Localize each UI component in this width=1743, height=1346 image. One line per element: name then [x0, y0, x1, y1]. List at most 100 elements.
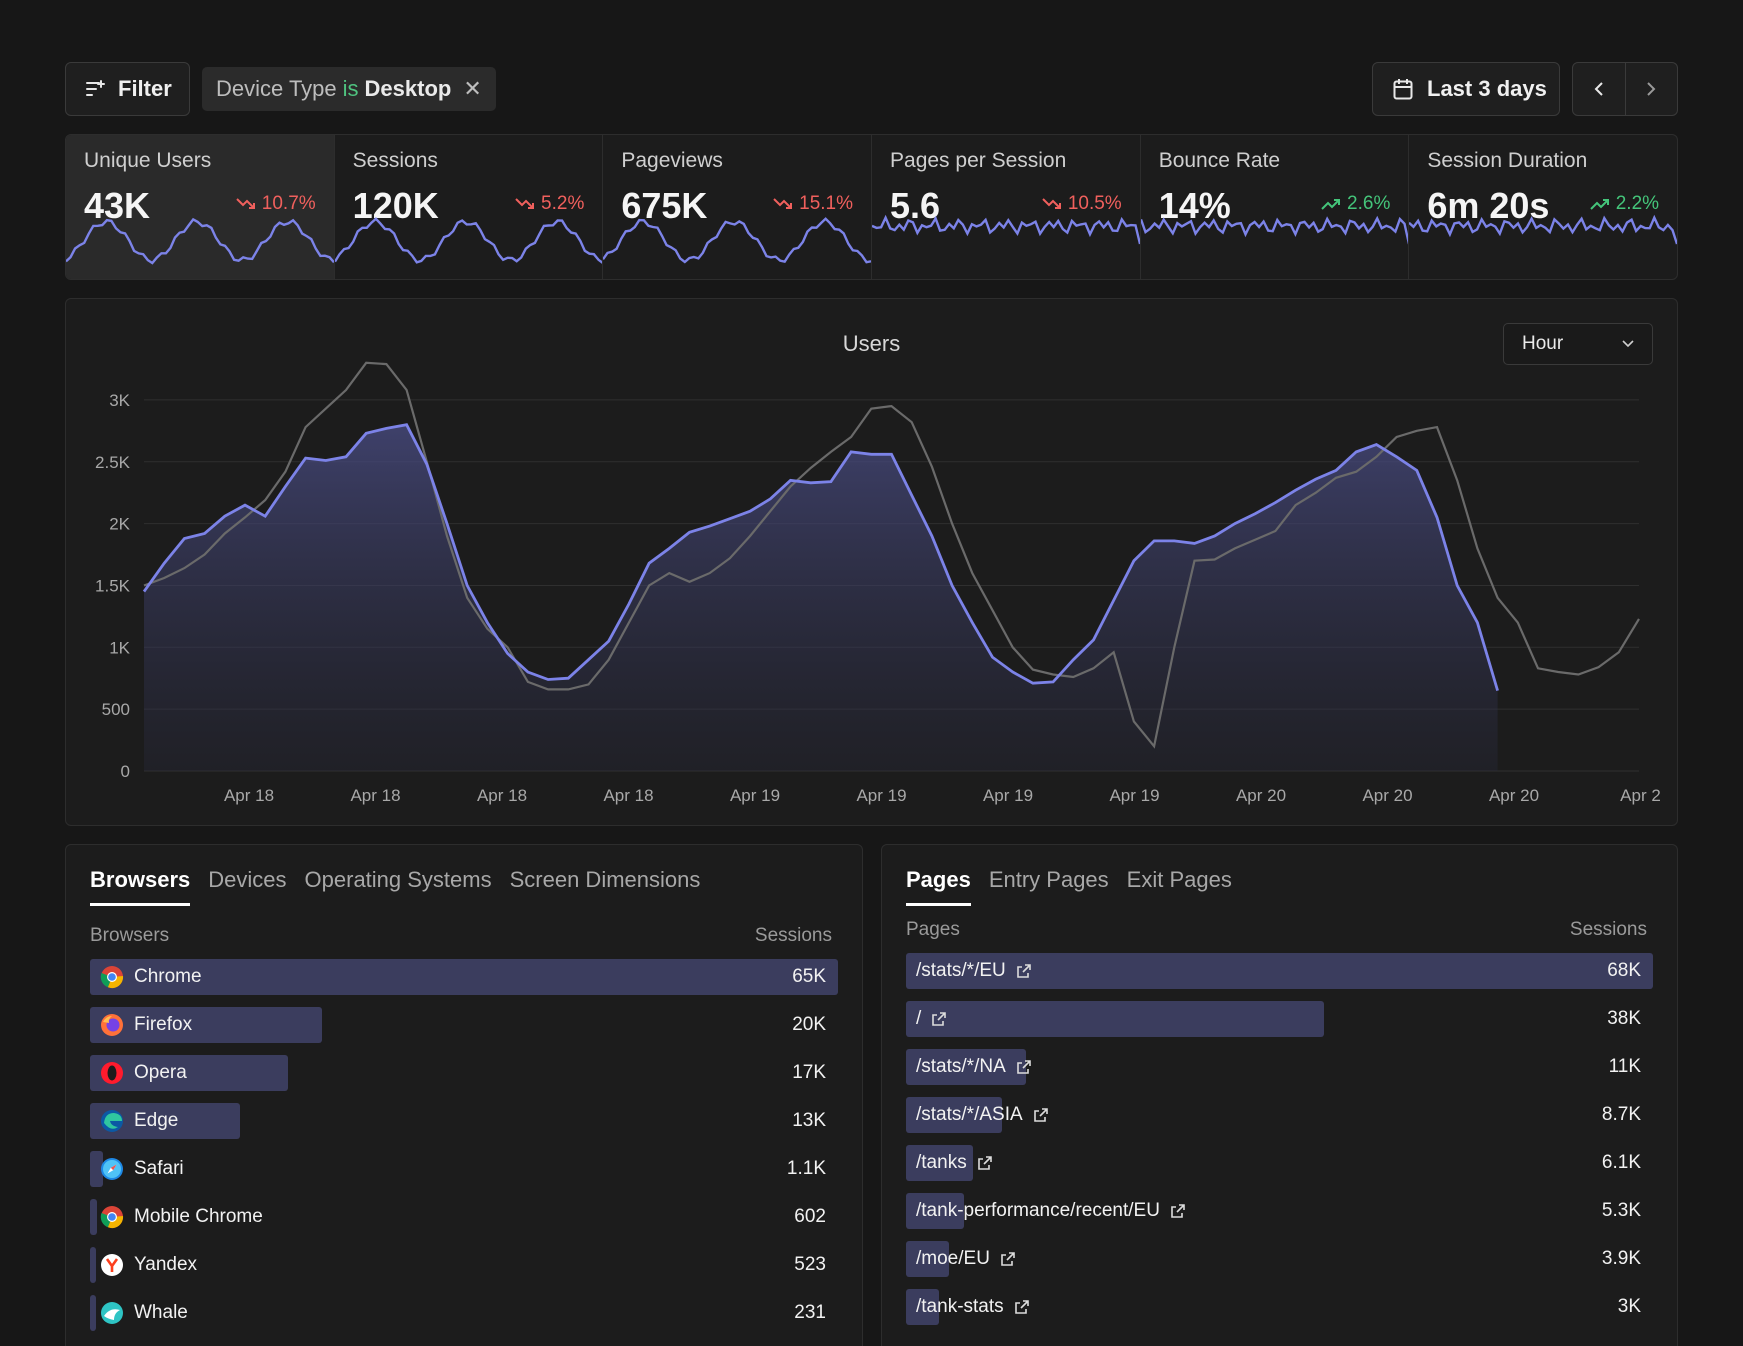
column-value: Sessions — [1569, 919, 1647, 940]
browser-name: Whale — [134, 1302, 188, 1323]
row-label: /moe/EU — [906, 1248, 1016, 1270]
stat-card[interactable]: Pageviews 675K 15.1% — [603, 135, 873, 279]
list-item[interactable]: Whale 231 — [90, 1295, 838, 1331]
x-tick-label: Apr 18 — [603, 786, 653, 805]
list-item[interactable]: Opera 17K — [90, 1055, 838, 1091]
list-item[interactable]: /tanks 6.1K — [906, 1145, 1653, 1181]
browser-name: Chrome — [134, 966, 202, 987]
tab-screen-dimensions[interactable]: Screen Dimensions — [510, 867, 701, 906]
previous-period-button[interactable] — [1573, 63, 1626, 115]
tab-pages[interactable]: Pages — [906, 867, 971, 906]
page-path: /tank-stats — [916, 1296, 1004, 1317]
browsers-list: Chrome 65K Firefox 20K Opera 17K Edge 13K Safari… — [90, 959, 838, 1343]
users-line-chart: 0 500 1K 1.5K 2K 2.5K 3K Apr 18 Apr 18 Apr 18 Apr … — [95, 361, 1661, 805]
row-label: Mobile Chrome — [90, 1205, 263, 1229]
sparkline — [66, 217, 334, 265]
list-item[interactable]: Chrome 65K — [90, 959, 838, 995]
browser-name: Edge — [134, 1110, 179, 1131]
date-range-button[interactable]: Last 3 days — [1372, 62, 1560, 116]
external-link-icon[interactable] — [1016, 963, 1032, 979]
list-item[interactable]: Edge 13K — [90, 1103, 838, 1139]
stat-label: Unique Users — [84, 149, 212, 172]
users-chart-card: Users Hour 0 500 1K 1.5K 2K 2.5K 3K Apr 18 Apr 1… — [65, 298, 1678, 826]
tab-devices[interactable]: Devices — [208, 867, 286, 906]
list-item[interactable]: / 38K — [906, 1001, 1653, 1037]
row-label: /stats/*/EU — [906, 960, 1032, 982]
list-item[interactable]: Yandex 523 — [90, 1247, 838, 1283]
edge-icon — [101, 1110, 123, 1132]
y-tick-label: 500 — [102, 700, 130, 719]
sparkline — [603, 217, 872, 264]
sparkline — [872, 214, 1140, 245]
stat-card[interactable]: Sessions 120K 5.2% — [334, 135, 604, 279]
list-item[interactable]: /stats/*/EU 68K — [906, 953, 1653, 989]
filter-chip[interactable]: Device Type is Desktop ✕ — [202, 67, 496, 111]
y-tick-label: 2K — [109, 515, 130, 534]
column-value: Sessions — [754, 925, 832, 946]
page-path: /stats/*/NA — [916, 1056, 1006, 1077]
x-tick-label: Apr 18 — [477, 786, 527, 805]
external-link-icon[interactable] — [1033, 1107, 1049, 1123]
row-value: 20K — [792, 1014, 826, 1035]
row-value: 3.9K — [1601, 1248, 1641, 1269]
page-path: /tank-performance/recent/EU — [916, 1200, 1160, 1221]
list-item[interactable]: /stats/*/NA 11K — [906, 1049, 1653, 1085]
row-label: Safari — [90, 1157, 184, 1181]
list-item[interactable]: /stats/*/ASIA 8.7K — [906, 1097, 1653, 1133]
row-label: Yandex — [90, 1253, 197, 1277]
row-label: Whale — [90, 1301, 188, 1325]
calendar-icon — [1393, 79, 1413, 100]
trend-down-icon — [1042, 198, 1061, 209]
yandex-icon — [101, 1254, 123, 1276]
page-path: /stats/*/EU — [916, 960, 1006, 981]
column-label: Browsers — [90, 925, 170, 946]
remove-filter-icon[interactable]: ✕ — [463, 76, 481, 102]
next-period-button[interactable] — [1626, 63, 1678, 115]
tab-entry-pages[interactable]: Entry Pages — [989, 867, 1109, 906]
firefox-icon — [101, 1014, 123, 1036]
tab-exit-pages[interactable]: Exit Pages — [1127, 867, 1232, 906]
external-link-icon[interactable] — [1170, 1203, 1186, 1219]
row-value: 17K — [792, 1062, 826, 1083]
page-path: /tanks — [916, 1152, 967, 1173]
stat-card[interactable]: Unique Users 43K 10.7% — [66, 135, 335, 279]
external-link-icon[interactable] — [931, 1011, 947, 1027]
browsers-tabs: Browsers Devices Operating Systems Screen D… — [90, 867, 700, 906]
column-label: Pages — [906, 919, 960, 940]
tab-operating-systems[interactable]: Operating Systems — [305, 867, 492, 906]
trend-up-icon — [1321, 199, 1341, 210]
stat-card[interactable]: Session Duration 6m 20s 2.2% — [1409, 135, 1677, 279]
sparkline — [1409, 214, 1677, 245]
row-value: 68K — [1607, 960, 1641, 981]
list-item[interactable]: /tank-stats 3K — [906, 1289, 1653, 1325]
external-link-icon[interactable] — [1014, 1299, 1030, 1315]
trend-down-icon — [773, 198, 793, 209]
list-item[interactable]: Mobile Chrome 602 — [90, 1199, 838, 1235]
external-link-icon[interactable] — [1016, 1059, 1032, 1075]
list-item[interactable]: Safari 1.1K — [90, 1151, 838, 1187]
list-item[interactable]: /moe/EU 3.9K — [906, 1241, 1653, 1277]
external-link-icon[interactable] — [977, 1155, 993, 1171]
row-label: Chrome — [90, 965, 202, 989]
chevron-right-icon — [1647, 82, 1656, 96]
chrome-icon — [100, 966, 124, 989]
filter-button[interactable]: Filter — [65, 62, 190, 116]
date-navigation — [1572, 62, 1678, 116]
list-item[interactable]: /tank-performance/recent/EU 5.3K — [906, 1193, 1653, 1229]
external-link-icon[interactable] — [1000, 1251, 1016, 1267]
opera-icon — [101, 1062, 123, 1084]
stat-label: Sessions — [352, 149, 438, 172]
row-value: 602 — [794, 1206, 826, 1227]
browser-name: Mobile Chrome — [134, 1206, 263, 1227]
row-label: / — [906, 1008, 947, 1030]
list-item[interactable]: Firefox 20K — [90, 1007, 838, 1043]
x-tick-label: Apr 19 — [1109, 786, 1159, 805]
filter-label: Filter — [118, 76, 172, 101]
row-label: /stats/*/NA — [906, 1056, 1032, 1078]
pages-column-header: Pages Sessions — [906, 919, 1647, 941]
x-tick-label: Apr 18 — [224, 786, 274, 805]
stat-card[interactable]: Pages per Session 5.6 10.5% — [872, 135, 1141, 279]
stat-card[interactable]: Bounce Rate 14% 2.6% — [1140, 135, 1410, 279]
tab-browsers[interactable]: Browsers — [90, 867, 191, 906]
row-value: 11K — [1608, 1056, 1641, 1077]
